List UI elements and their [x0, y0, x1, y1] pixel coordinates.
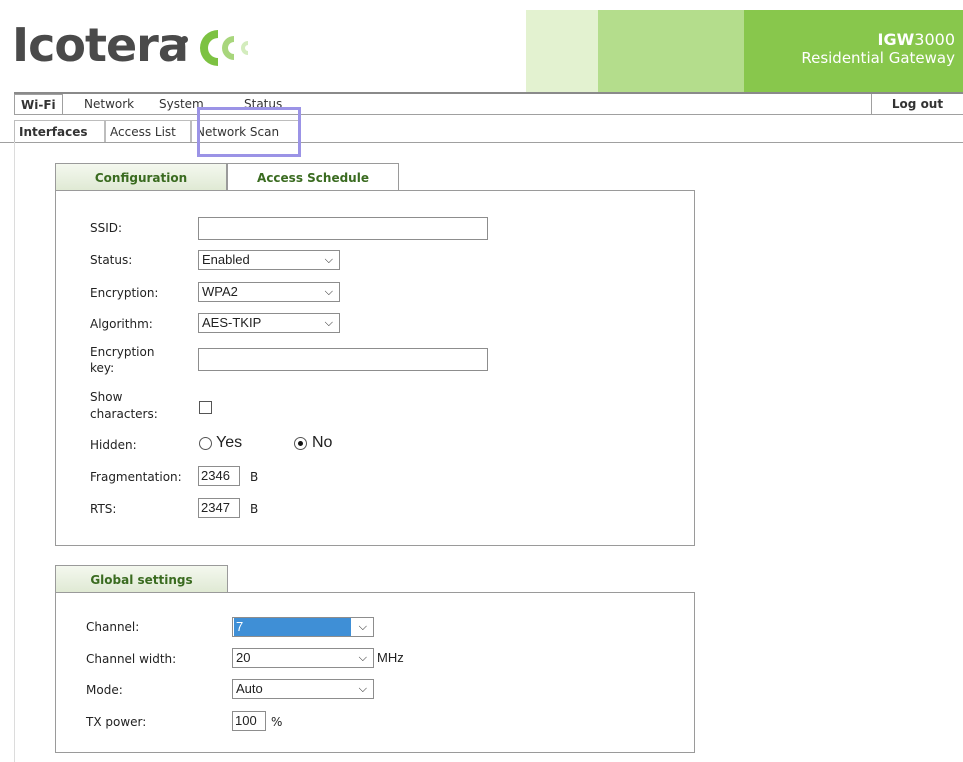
channel-width-unit: MHz [377, 650, 404, 665]
channel-width-select-value: 20 [236, 650, 251, 665]
mode-select-value: Auto [236, 681, 263, 696]
tx-power-input[interactable]: 100 [232, 711, 266, 731]
mode-select[interactable]: Auto ⌵ [232, 679, 374, 699]
show-characters-label-line1: Show [90, 390, 123, 404]
header: Icotera IGW3000 Residential Gateway [0, 0, 963, 92]
channel-width-select[interactable]: 20 ⌵ [232, 648, 374, 668]
product-description: Residential Gateway [801, 49, 955, 67]
subtabs-divider [0, 142, 963, 143]
header-band-light [526, 10, 598, 92]
tab-access-schedule[interactable]: Access Schedule [227, 163, 399, 191]
product-model-number: 3000 [914, 30, 955, 49]
algorithm-select-value: AES-TKIP [202, 315, 262, 330]
status-select-value: Enabled [202, 252, 250, 267]
chevron-down-icon: ⌵ [358, 652, 367, 664]
algorithm-select[interactable]: AES-TKIP ⌵ [198, 313, 340, 333]
logo-mark-icon [200, 30, 248, 66]
fragmentation-input[interactable]: 2346 [198, 466, 240, 486]
hidden-no-label: No [312, 434, 333, 451]
hidden-yes-label: Yes [216, 434, 243, 451]
product-model-bold: IGW [877, 30, 915, 49]
rts-unit: B [250, 502, 259, 516]
show-characters-checkbox[interactable] [199, 401, 212, 414]
status-select[interactable]: Enabled ⌵ [198, 250, 340, 270]
content-left-border [14, 142, 15, 762]
logout-button[interactable]: Log out [871, 94, 963, 114]
subtab-interfaces[interactable]: Interfaces [14, 120, 105, 142]
tab-global-settings[interactable]: Global settings [55, 565, 228, 593]
encryption-select-value: WPA2 [202, 284, 238, 299]
tabs-divider [14, 114, 963, 115]
logo-dot [181, 36, 188, 43]
chevron-down-icon: ⌵ [324, 286, 333, 298]
tab-wifi[interactable]: Wi-Fi [14, 94, 63, 114]
subtab-access-list[interactable]: Access List [105, 120, 191, 142]
encryption-select[interactable]: WPA2 ⌵ [198, 282, 340, 302]
fragmentation-label: Fragmentation: [90, 470, 182, 484]
chevron-down-icon: ⌵ [324, 254, 333, 266]
algorithm-label: Algorithm: [90, 317, 153, 331]
encryption-key-label-line2: key: [90, 361, 115, 375]
hidden-no-radio[interactable] [294, 437, 307, 450]
channel-select[interactable]: 7 ⌵ [232, 617, 374, 637]
channel-width-label: Channel width: [86, 652, 177, 666]
logo-text: Icotera [12, 18, 189, 72]
header-divider [14, 92, 963, 94]
tab-configuration[interactable]: Configuration [55, 163, 227, 191]
encryption-label: Encryption: [90, 286, 159, 300]
header-band-mid [598, 10, 744, 92]
tab-network[interactable]: Network [84, 94, 134, 114]
product-title: IGW3000 Residential Gateway [801, 30, 955, 68]
hidden-label: Hidden: [90, 438, 137, 452]
encryption-key-label-line1: Encryption [90, 345, 155, 359]
ssid-label: SSID: [90, 221, 123, 235]
mode-label: Mode: [86, 683, 123, 697]
rts-label: RTS: [90, 502, 117, 516]
rts-input[interactable]: 2347 [198, 498, 240, 518]
network-scan-highlight [197, 107, 301, 157]
chevron-down-icon: ⌵ [358, 683, 367, 695]
tx-power-unit: % [271, 715, 283, 729]
tx-power-label: TX power: [86, 715, 147, 729]
channel-label: Channel: [86, 620, 140, 634]
global-settings-panel [55, 592, 695, 753]
show-characters-label-line2: characters: [90, 407, 158, 421]
status-label: Status: [90, 253, 133, 267]
chevron-down-icon: ⌵ [358, 621, 367, 633]
hidden-yes-radio[interactable] [199, 437, 212, 450]
ssid-input[interactable] [198, 217, 488, 240]
encryption-key-input[interactable] [198, 348, 488, 371]
chevron-down-icon: ⌵ [324, 317, 333, 329]
fragmentation-unit: B [250, 470, 259, 484]
channel-select-value: 7 [234, 618, 351, 636]
